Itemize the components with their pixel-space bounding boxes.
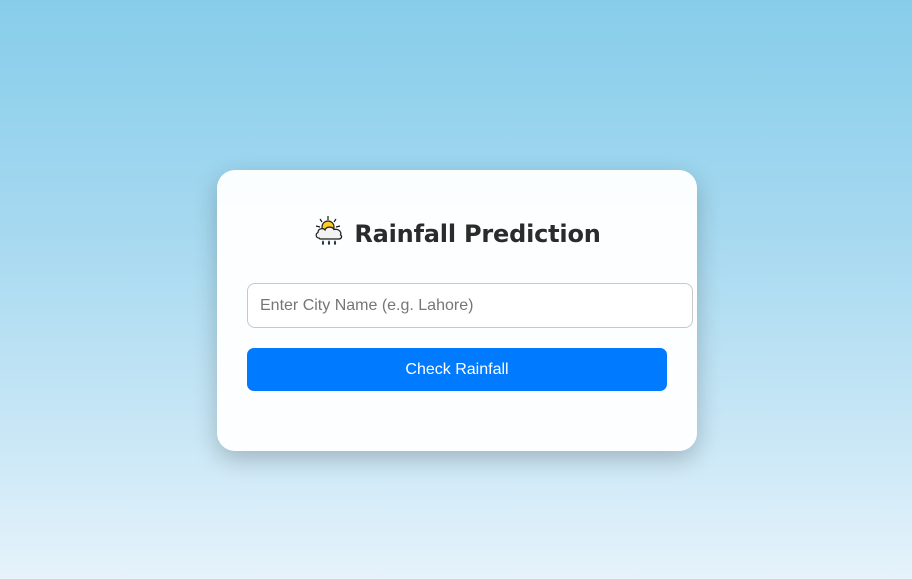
sun-behind-rain-cloud-icon	[313, 215, 345, 247]
city-name-input[interactable]	[247, 283, 693, 328]
rainfall-card: Rainfall Prediction Check Rainfall	[217, 170, 697, 451]
check-rainfall-button[interactable]: Check Rainfall	[247, 348, 667, 391]
page-title: Rainfall Prediction	[354, 220, 601, 248]
card-header: Rainfall Prediction	[217, 215, 697, 250]
